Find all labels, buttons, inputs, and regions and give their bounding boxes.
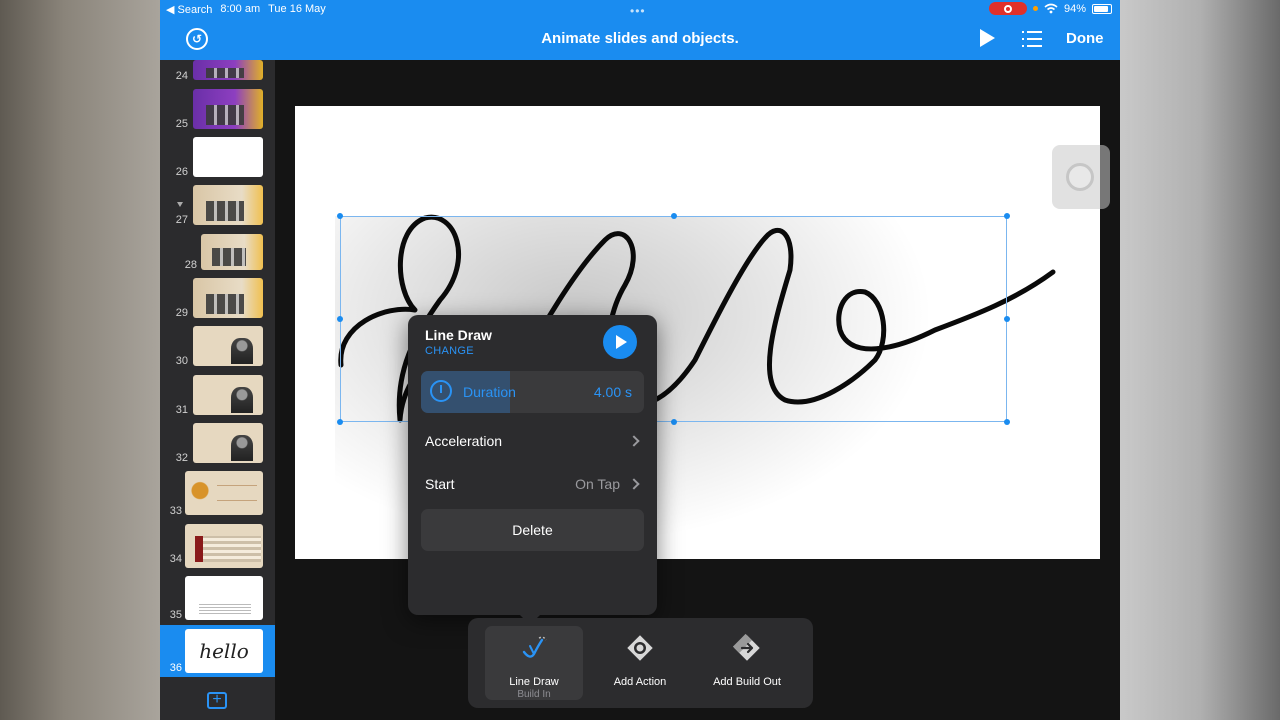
- chevron-right-icon: [628, 478, 640, 490]
- start-value: On Tap: [575, 476, 620, 492]
- tray-item-label: Add Build Out: [713, 676, 781, 688]
- build-tray: Line Draw Build In Add Action Add Build …: [468, 618, 813, 708]
- slide-thumbnail-35[interactable]: [185, 576, 263, 620]
- slide-thumbnail-24[interactable]: [193, 60, 263, 80]
- slide-number: 35: [169, 609, 182, 621]
- add-action-button[interactable]: Add Action: [591, 626, 689, 700]
- chevron-right-icon: [628, 435, 640, 447]
- duration-slider[interactable]: Duration 4.00 s: [421, 371, 644, 413]
- slide-thumbnail-33[interactable]: [185, 471, 263, 515]
- preview-play-icon[interactable]: [603, 325, 637, 359]
- slide-thumbnail-31[interactable]: [193, 375, 263, 415]
- build-options-popover: Line Draw CHANGE Duration 4.00 s Acceler…: [408, 315, 657, 615]
- wifi-icon: [1044, 3, 1058, 14]
- slide-thumbnail-34[interactable]: [185, 524, 263, 568]
- add-build-out-button[interactable]: Add Build Out: [698, 626, 796, 700]
- build-order-list-icon[interactable]: [1022, 31, 1042, 47]
- resize-handle[interactable]: [671, 419, 677, 425]
- line-draw-build-in-button[interactable]: Line Draw Build In: [485, 626, 583, 700]
- play-presentation-icon[interactable]: [980, 29, 995, 47]
- stopwatch-icon: [430, 380, 452, 402]
- screen-recording-icon[interactable]: [988, 2, 1027, 15]
- assistive-touch-button[interactable]: [1052, 145, 1110, 209]
- slide-number: 26: [175, 166, 188, 178]
- slide-number: 30: [175, 355, 188, 367]
- build-out-icon: [733, 634, 760, 661]
- status-time: 8:00 am: [220, 3, 261, 15]
- slide-thumbnail-36[interactable]: hello: [185, 629, 263, 673]
- start-label: Start: [425, 476, 455, 492]
- backdrop-left: [0, 0, 160, 720]
- duration-value: 4.00 s: [593, 384, 632, 400]
- backdrop-right: [1120, 0, 1280, 720]
- line-draw-icon: [522, 636, 547, 658]
- tray-item-sublabel: Build In: [517, 689, 551, 700]
- resize-handle[interactable]: [671, 213, 677, 219]
- resize-handle[interactable]: [337, 316, 343, 322]
- slide-thumbnail-28[interactable]: [201, 234, 263, 270]
- add-slide-button[interactable]: +: [207, 692, 227, 709]
- animate-toolbar: ↺ Animate slides and objects. Done: [160, 18, 1120, 60]
- tray-item-label: Line Draw: [509, 676, 559, 688]
- tray-item-label: Add Action: [613, 676, 667, 688]
- slide-number: 27: [175, 214, 188, 226]
- multitasking-dots-icon[interactable]: •••: [630, 4, 646, 18]
- slide-thumbnail-32[interactable]: [193, 423, 263, 463]
- slide-number: 36: [169, 662, 182, 674]
- slide-number: 31: [175, 404, 188, 416]
- acceleration-label: Acceleration: [425, 433, 503, 449]
- resize-handle[interactable]: [1004, 316, 1010, 322]
- done-button[interactable]: Done: [1066, 30, 1104, 47]
- slide-number: 33: [169, 505, 182, 517]
- slide-number: 32: [175, 452, 188, 464]
- slide-thumbnail-25[interactable]: [193, 89, 263, 129]
- acceleration-row[interactable]: Acceleration: [425, 430, 640, 452]
- slide-number: 25: [175, 118, 188, 130]
- thumbnail-hello-text: hello: [199, 639, 249, 663]
- mic-indicator-icon: [1032, 6, 1038, 11]
- ipad-screen: ◀ Search 8:00 am Tue 16 May ••• 94% ↺ An…: [160, 0, 1120, 720]
- action-diamond-icon: [627, 635, 653, 661]
- slide-thumbnail-26[interactable]: [193, 137, 263, 177]
- back-to-app-link[interactable]: ◀ Search: [166, 3, 212, 16]
- resize-handle[interactable]: [1004, 213, 1010, 219]
- slide-number: 24: [175, 70, 188, 82]
- battery-icon: [1092, 3, 1112, 14]
- slide-number: 34: [169, 553, 182, 565]
- status-date: Tue 16 May: [268, 3, 326, 15]
- duration-label: Duration: [463, 384, 516, 400]
- slide-thumbnail-29[interactable]: [193, 278, 263, 318]
- slide-number: 28: [184, 259, 197, 271]
- status-bar: ◀ Search 8:00 am Tue 16 May ••• 94%: [160, 0, 1120, 18]
- resize-handle[interactable]: [1004, 419, 1010, 425]
- delete-button[interactable]: Delete: [421, 509, 644, 551]
- change-animation-link[interactable]: CHANGE: [425, 345, 474, 357]
- resize-handle[interactable]: [337, 419, 343, 425]
- toolbar-title: Animate slides and objects.: [541, 30, 739, 47]
- collapse-group-icon[interactable]: [177, 202, 183, 207]
- slide-thumbnail-30[interactable]: [193, 326, 263, 366]
- battery-percent: 94%: [1063, 2, 1086, 15]
- animation-title: Line Draw: [425, 327, 492, 343]
- slide-thumbnail-27[interactable]: [193, 185, 263, 225]
- slide-number: 29: [175, 307, 188, 319]
- slide-navigator[interactable]: 24 25 26 27 28 29 30 31 32 33 34 35 hell…: [160, 60, 275, 720]
- start-row[interactable]: Start On Tap: [425, 473, 640, 495]
- resize-handle[interactable]: [337, 213, 343, 219]
